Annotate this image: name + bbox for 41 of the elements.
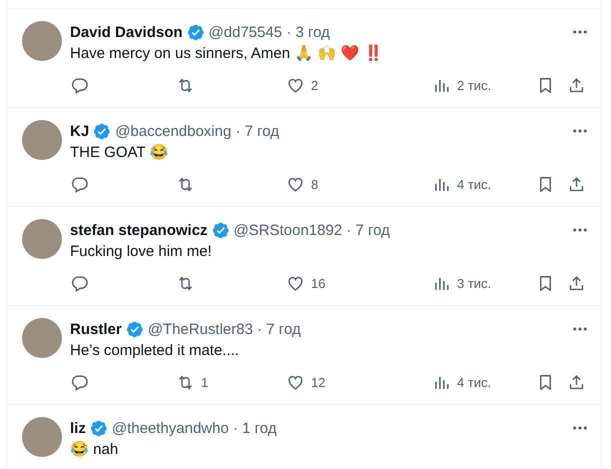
user-name[interactable]: liz <box>70 420 86 436</box>
view-count: 2 тис. <box>457 78 492 92</box>
handle-and-time[interactable]: @theethyandwho · 1 год <box>112 420 277 436</box>
speech-bubble-icon[interactable] <box>70 174 89 194</box>
speech-bubble-icon[interactable] <box>70 76 89 94</box>
reply-text: Fucking love him me! <box>70 242 213 262</box>
handle-and-time[interactable]: @baccendboxing · 7 год <box>115 122 280 140</box>
reply-text: 😂 nah <box>70 440 120 460</box>
speech-bubble-icon[interactable] <box>70 372 89 392</box>
share-icon[interactable] <box>567 274 586 292</box>
avatar-photo-placeholder[interactable] <box>22 120 62 160</box>
user-name[interactable]: KJ <box>70 122 90 140</box>
share-icon[interactable] <box>567 76 586 94</box>
user-name[interactable]: Rustler <box>70 320 122 338</box>
like-count: 12 <box>311 374 326 390</box>
repost-icon[interactable] <box>176 372 195 392</box>
repost-icon[interactable] <box>176 274 195 292</box>
avatar-photo-placeholder[interactable] <box>22 318 62 358</box>
share-icon[interactable] <box>567 174 586 194</box>
reply-text: Have mercy on us sinners, Amen 🙏 🙌 ❤ ‼ <box>70 44 384 64</box>
avatar-photo-placeholder[interactable] <box>22 417 62 457</box>
handle-and-time[interactable]: @SRStoon1892 · 7 год <box>234 222 390 238</box>
view-count: 4 тис. <box>457 176 492 192</box>
user-name[interactable]: stefan stepanowicz <box>70 222 208 238</box>
view-count: 3 тис. <box>457 276 492 290</box>
avatar-photo-placeholder[interactable] <box>22 219 62 259</box>
speech-bubble-icon[interactable] <box>70 274 89 292</box>
handle-and-time[interactable]: @dd75545 · 3 год <box>208 24 330 40</box>
reply-text: THE GOAT 😂 <box>70 143 170 163</box>
handle-and-time[interactable]: @TheRustler83 · 7 год <box>148 320 301 338</box>
share-icon[interactable] <box>567 372 586 392</box>
user-name[interactable]: David Davidson <box>70 24 183 40</box>
view-count: 4 тис. <box>457 374 492 390</box>
like-count: 16 <box>311 276 326 290</box>
repost-icon[interactable] <box>176 174 195 194</box>
reply-text: He’s completed it mate.... <box>70 341 240 361</box>
repost-count: 1 <box>201 374 208 390</box>
repost-icon[interactable] <box>176 76 195 94</box>
avatar-photo-placeholder[interactable] <box>22 21 62 61</box>
like-count: 2 <box>311 78 318 92</box>
like-count: 8 <box>311 176 318 192</box>
